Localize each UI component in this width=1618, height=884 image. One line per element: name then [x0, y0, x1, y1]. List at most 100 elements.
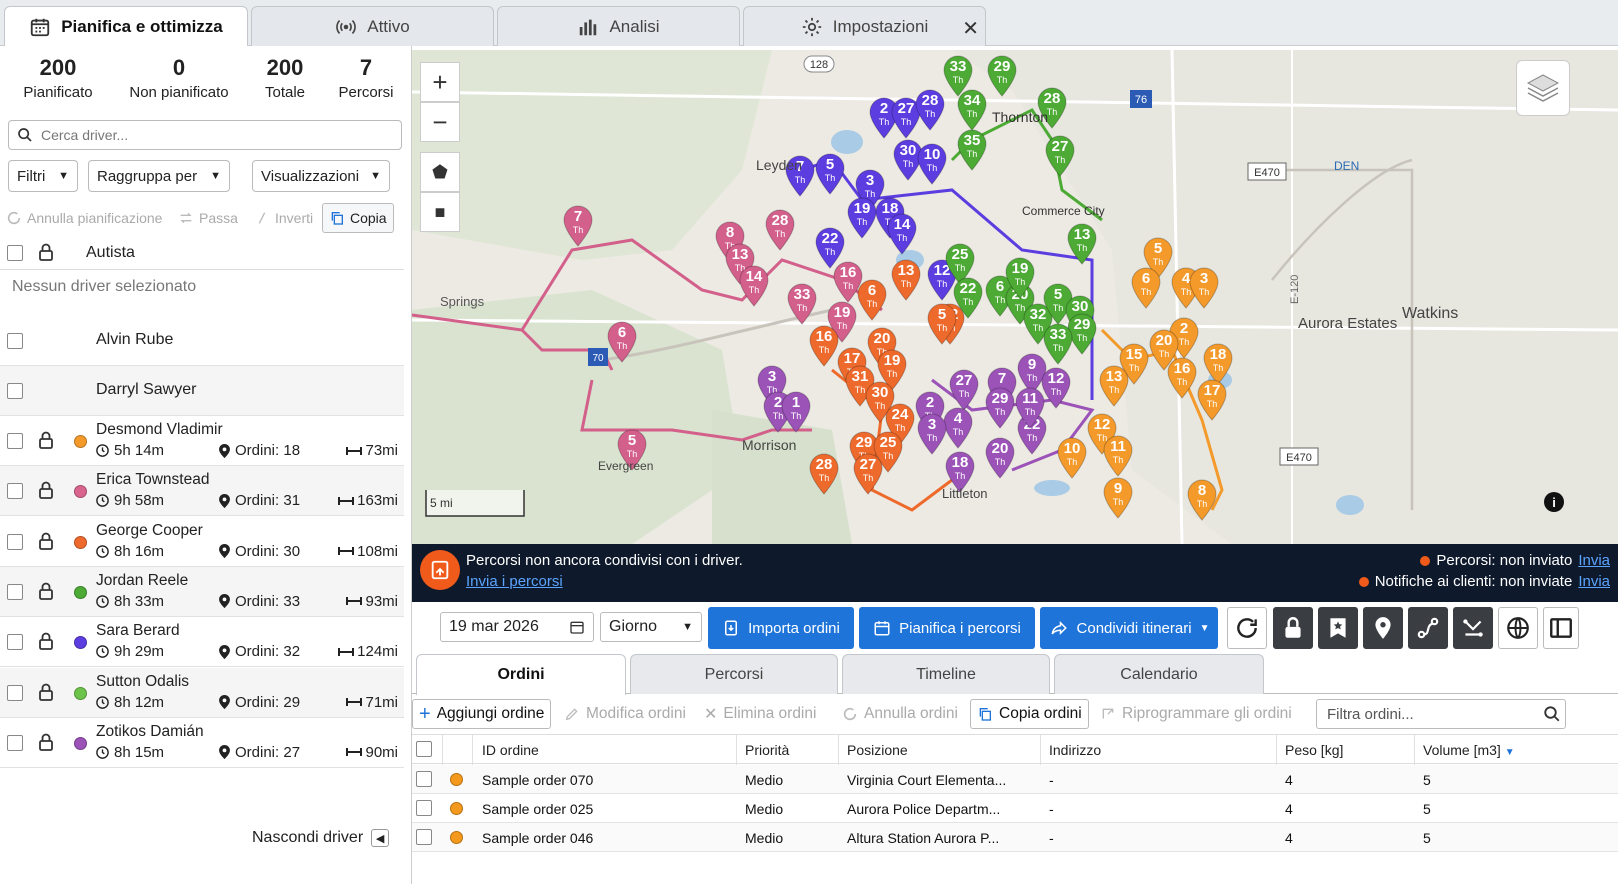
tab-percorsi[interactable]: Percorsi: [630, 654, 838, 694]
driver-row[interactable]: Sutton Odalis 8h 12m Ordini: 29 71mi: [0, 667, 404, 718]
row-checkbox[interactable]: [416, 771, 432, 787]
tab-analisi[interactable]: Analisi: [497, 6, 740, 46]
filter-dropdown[interactable]: Filtri ▼: [8, 160, 78, 192]
undo-plan-button[interactable]: Annulla pianificazione: [6, 203, 162, 233]
layers-button[interactable]: [1516, 60, 1570, 116]
delete-orders-button[interactable]: ✕ Elimina ordini: [704, 699, 816, 729]
driver-row[interactable]: Desmond Vladimir 5h 14m Ordini: 18 73mi: [0, 416, 404, 466]
share-itineraries-button[interactable]: Condividi itinerari ▼: [1040, 607, 1218, 649]
period-select[interactable]: Giorno ▼: [600, 612, 702, 642]
driver-row[interactable]: George Cooper 8h 16m Ordini: 30 108mi: [0, 516, 404, 567]
copy-button[interactable]: Copia: [322, 203, 394, 233]
panel-toggle-button[interactable]: [1543, 607, 1579, 649]
route-button[interactable]: [1408, 607, 1448, 649]
row-checkbox[interactable]: [416, 829, 432, 845]
select-all-checkbox[interactable]: [7, 245, 23, 261]
driver-row[interactable]: Jordan Reele 8h 33m Ordini: 33 93mi: [0, 566, 404, 617]
svg-text:Th: Th: [825, 173, 836, 183]
lock-icon[interactable]: [38, 532, 54, 550]
map-pin-icon: [219, 544, 230, 559]
tab-pianifica[interactable]: Pianifica e ottimizza: [4, 6, 248, 47]
copy-orders-button[interactable]: Copia ordini: [970, 699, 1089, 729]
path-button[interactable]: [1453, 607, 1493, 649]
driver-row[interactable]: Zotikos Damián 8h 15m Ordini: 27 90mi: [0, 717, 404, 768]
lock-icon[interactable]: [38, 632, 54, 651]
views-label: Visualizzazioni: [261, 167, 360, 185]
send-routes-action[interactable]: Invia: [1578, 552, 1610, 569]
driver-checkbox[interactable]: [7, 634, 23, 651]
group-by-dropdown[interactable]: Raggruppa per ▼: [88, 160, 230, 192]
filter-orders-input[interactable]: [1327, 705, 1527, 723]
driver-checkbox[interactable]: [7, 734, 23, 751]
send-routes-link[interactable]: Invia i percorsi: [466, 573, 563, 590]
column-header[interactable]: Priorità: [745, 742, 789, 758]
date-picker[interactable]: 19 mar 2026: [440, 612, 594, 642]
hide-drivers-button[interactable]: Nascondi driver ◀: [252, 829, 390, 847]
info-icon[interactable]: i: [1544, 492, 1564, 512]
svg-text:6: 6: [618, 324, 626, 341]
cancel-orders-button[interactable]: Annulla ordini: [842, 699, 958, 729]
lock-icon[interactable]: [38, 431, 54, 449]
zoom-out-button[interactable]: −: [420, 102, 460, 142]
table-row[interactable]: Sample order 070 Medio Virginia Court Elem…: [412, 765, 1618, 794]
driver-checkbox[interactable]: [7, 433, 23, 449]
driver-checkbox[interactable]: [7, 483, 23, 500]
column-header[interactable]: Peso [kg]: [1285, 742, 1343, 758]
driver-row[interactable]: Sara Berard 9h 29m Ordini: 32 124mi: [0, 617, 404, 668]
pin-button[interactable]: [1363, 607, 1403, 649]
svg-text:30: 30: [1072, 298, 1089, 315]
place-label: DEN: [1334, 159, 1359, 173]
polygon-tool-button[interactable]: ⬟: [420, 152, 460, 192]
svg-text:20: 20: [992, 440, 1009, 457]
driver-checkbox[interactable]: [7, 583, 23, 600]
zoom-in-button[interactable]: +: [420, 62, 460, 102]
tab-calendario[interactable]: Calendario: [1054, 654, 1264, 694]
stat-routes: 7 Percorsi: [326, 54, 406, 104]
table-row[interactable]: Sample order 025 Medio Aurora Police Depar…: [412, 794, 1618, 823]
column-header[interactable]: Indirizzo: [1049, 742, 1101, 758]
lock-icon[interactable]: [38, 243, 54, 261]
select-all-orders-checkbox[interactable]: [416, 741, 432, 757]
driver-search: [8, 120, 402, 150]
tab-timeline[interactable]: Timeline: [842, 654, 1050, 694]
refresh-button[interactable]: [1227, 607, 1267, 649]
tab-impostazioni[interactable]: Impostazioni ✕: [743, 6, 986, 46]
pass-button[interactable]: Passa: [178, 203, 238, 233]
lock-icon[interactable]: [38, 733, 54, 751]
driver-row[interactable]: Erica Townstead 9h 58m Ordini: 31 163mi: [0, 466, 404, 517]
tab-attivo[interactable]: Attivo: [251, 6, 494, 46]
views-dropdown[interactable]: Visualizzazioni ▼: [252, 160, 390, 192]
route-map[interactable]: 33 Th 29 Th 28 Th 27 Th 34 Th 35 Th 2 Th 27 Th 28 Th 7 Th 5 T…: [412, 50, 1618, 544]
plan-routes-button[interactable]: Pianifica i percorsi: [859, 607, 1035, 649]
invert-button[interactable]: Inverti: [254, 203, 313, 233]
lock-icon[interactable]: [38, 683, 54, 701]
driver-checkbox[interactable]: [7, 383, 23, 399]
tab-ordini[interactable]: Ordini: [416, 654, 626, 695]
column-header[interactable]: ID ordine: [482, 742, 539, 758]
send-notifications-action[interactable]: Invia: [1578, 573, 1610, 590]
driver-checkbox[interactable]: [7, 333, 23, 349]
driver-checkbox[interactable]: [7, 533, 23, 550]
globe-button[interactable]: [1498, 607, 1538, 649]
edit-orders-button[interactable]: Modifica ordini: [564, 699, 686, 729]
column-header[interactable]: Volume [m3] ▼: [1423, 742, 1515, 758]
reschedule-orders-button[interactable]: Riprogrammare gli ordini: [1100, 699, 1292, 729]
driver-checkbox[interactable]: [7, 684, 23, 701]
column-header[interactable]: Posizione: [847, 742, 908, 758]
lock-icon[interactable]: [38, 582, 54, 600]
add-order-button[interactable]: + Aggiungi ordine: [412, 699, 552, 729]
table-row[interactable]: Sample order 046 Medio Altura Station Auro…: [412, 823, 1618, 852]
lock-button[interactable]: [1273, 607, 1313, 649]
import-orders-button[interactable]: Importa ordini: [708, 607, 854, 649]
search-icon[interactable]: [1543, 705, 1561, 723]
search-input[interactable]: [41, 127, 381, 143]
close-icon[interactable]: ✕: [962, 16, 979, 41]
svg-text:11: 11: [1110, 438, 1126, 455]
bookmark-button[interactable]: [1318, 607, 1358, 649]
driver-row[interactable]: Alvin Rube: [0, 316, 404, 366]
rectangle-tool-button[interactable]: ■: [420, 192, 460, 232]
row-checkbox[interactable]: [416, 800, 432, 816]
lock-icon[interactable]: [38, 481, 54, 500]
driver-row[interactable]: Darryl Sawyer: [0, 366, 404, 416]
distance-value: 71mi: [365, 693, 398, 711]
